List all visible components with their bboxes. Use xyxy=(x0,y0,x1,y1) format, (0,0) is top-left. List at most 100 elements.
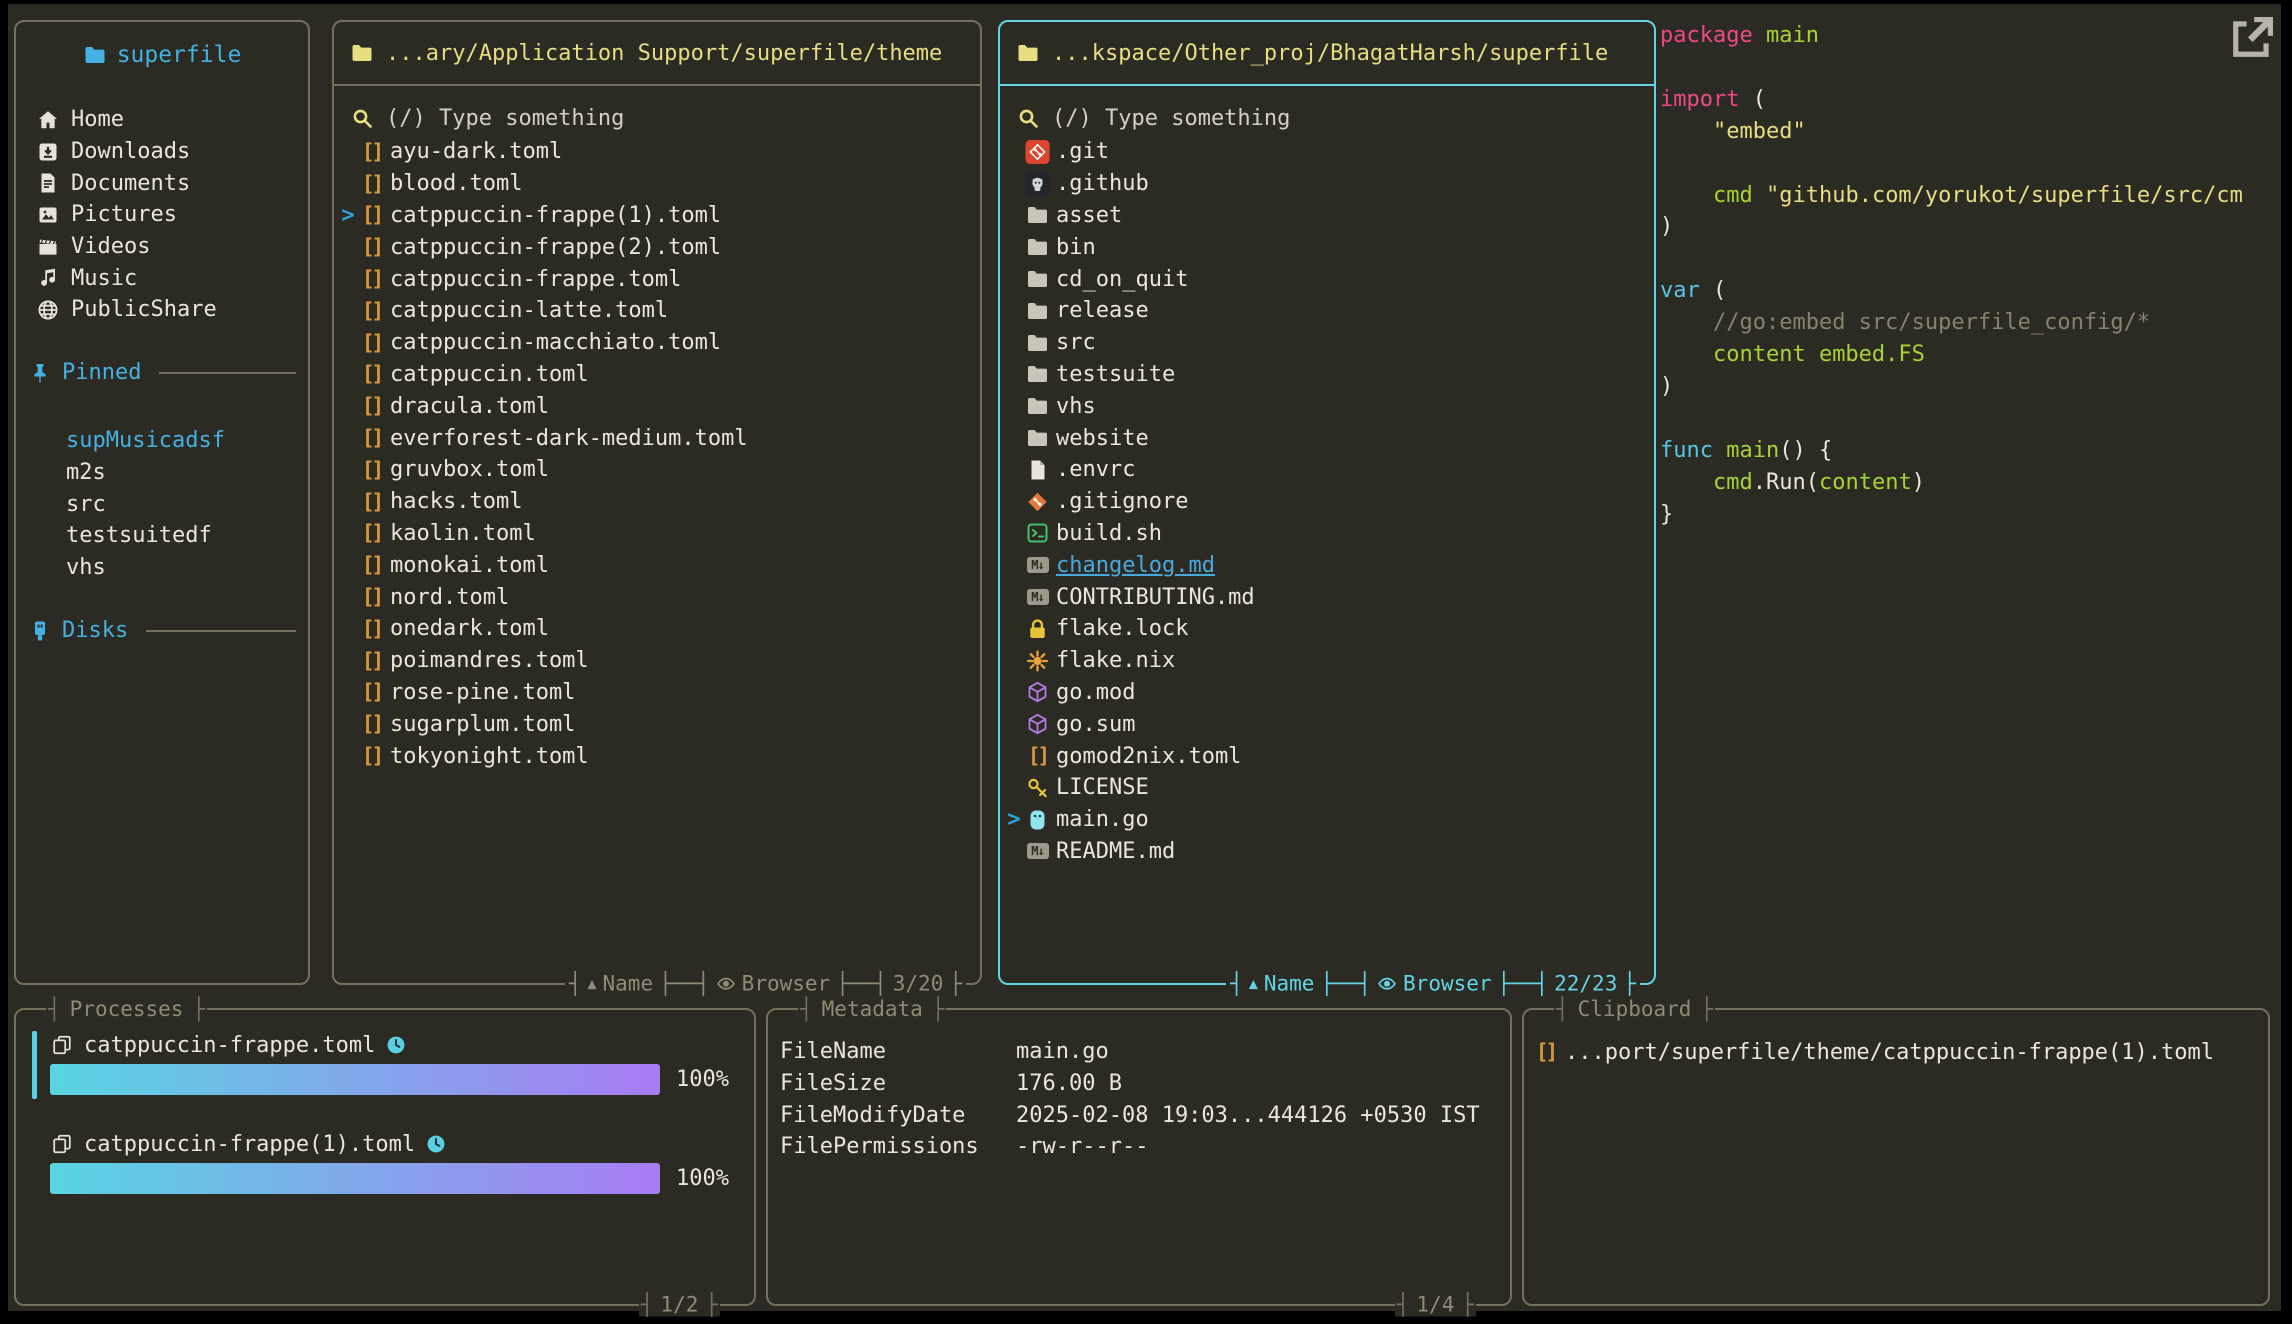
file-row[interactable]: >main.go xyxy=(1004,804,1650,836)
metadata-label: FileName xyxy=(780,1039,1016,1064)
sidebar-item-label: Downloads xyxy=(71,139,190,164)
file-row[interactable]: []onedark.toml xyxy=(338,613,976,645)
process-file-name: catppuccin-frappe.toml xyxy=(84,1033,375,1058)
footer-notch: ├──┤ xyxy=(1498,972,1549,996)
entry-counter: 3/20 xyxy=(893,972,944,996)
file-row[interactable]: .gitignore xyxy=(1004,486,1650,518)
file-name: src xyxy=(1056,330,1096,355)
metadata-row: FileModifyDate2025-02-08 19:03...444126 … xyxy=(780,1099,1500,1131)
file-row[interactable]: flake.nix xyxy=(1004,645,1650,677)
pinned-item-testsuitedf[interactable]: testsuitedf xyxy=(66,520,300,552)
sort-asc-icon: ▲ xyxy=(1249,975,1258,993)
file-row[interactable]: cd_on_quit xyxy=(1004,263,1650,295)
pinned-item-label: testsuitedf xyxy=(66,523,212,548)
file-row[interactable]: []everforest-dark-medium.toml xyxy=(338,422,976,454)
file-name: .git xyxy=(1056,139,1109,164)
file-row[interactable]: []rose-pine.toml xyxy=(338,677,976,709)
tab-notch: ┤ xyxy=(1397,1292,1410,1316)
file-row[interactable]: release xyxy=(1004,295,1650,327)
panel-path-header[interactable]: ...ary/Application Support/superfile/the… xyxy=(334,22,980,86)
superfile-app: superfile HomeDownloadsDocumentsPictures… xyxy=(8,4,2281,1311)
sidebar-item-documents[interactable]: Documents xyxy=(36,167,300,199)
file-row[interactable]: []blood.toml xyxy=(338,168,976,200)
external-link-icon[interactable] xyxy=(2226,12,2278,64)
file-row[interactable]: flake.lock xyxy=(1004,613,1650,645)
file-row[interactable]: []ayu-dark.toml xyxy=(338,136,976,168)
file-row[interactable]: []gomod2nix.toml xyxy=(1004,740,1650,772)
file-row[interactable]: website xyxy=(1004,422,1650,454)
code-line: ) xyxy=(1660,211,2280,243)
code-line xyxy=(1660,403,2280,435)
tab-notch: ┤ xyxy=(641,1292,654,1316)
sidebar-item-pictures[interactable]: Pictures xyxy=(36,199,300,231)
toml-icon: [] xyxy=(358,553,385,577)
search-input[interactable]: (/) Type something xyxy=(1016,102,1646,134)
file-row[interactable]: []dracula.toml xyxy=(338,390,976,422)
footer-notch: ├ xyxy=(949,972,962,996)
process-item[interactable]: catppuccin-frappe(1).toml100% xyxy=(32,1129,738,1194)
file-row[interactable]: go.mod xyxy=(1004,677,1650,709)
file-row[interactable]: testsuite xyxy=(1004,359,1650,391)
clock-icon xyxy=(385,1034,407,1056)
progress-percent: 100% xyxy=(676,1166,738,1191)
toml-icon: [] xyxy=(358,140,385,164)
file-row[interactable]: >[]catppuccin-frappe(1).toml xyxy=(338,200,976,232)
file-row[interactable]: []kaolin.toml xyxy=(338,518,976,550)
search-input[interactable]: (/) Type something xyxy=(350,102,972,134)
file-name: flake.lock xyxy=(1056,616,1188,641)
file-name: bin xyxy=(1056,235,1096,260)
file-row[interactable]: M↓README.md xyxy=(1004,836,1650,868)
file-row[interactable]: M↓CONTRIBUTING.md xyxy=(1004,581,1650,613)
file-row[interactable]: build.sh xyxy=(1004,518,1650,550)
file-row[interactable]: []catppuccin-latte.toml xyxy=(338,295,976,327)
file-row[interactable]: []catppuccin-macchiato.toml xyxy=(338,327,976,359)
panel-path-header[interactable]: ...kspace/Other_proj/BhagatHarsh/superfi… xyxy=(1000,22,1654,86)
code-line: ) xyxy=(1660,371,2280,403)
file-row[interactable]: .github xyxy=(1004,168,1650,200)
tab-notch: ├ xyxy=(192,997,205,1021)
file-name: .envrc xyxy=(1056,457,1135,482)
file-row[interactable]: bin xyxy=(1004,231,1650,263)
file-row[interactable]: vhs xyxy=(1004,390,1650,422)
file-row[interactable]: []poimandres.toml xyxy=(338,645,976,677)
toml-icon: [] xyxy=(358,331,385,355)
file-row[interactable]: M↓changelog.md xyxy=(1004,549,1650,581)
file-row[interactable]: []hacks.toml xyxy=(338,486,976,518)
file-row[interactable]: []monokai.toml xyxy=(338,549,976,581)
file-row[interactable]: go.sum xyxy=(1004,708,1650,740)
file-row[interactable]: .envrc xyxy=(1004,454,1650,486)
clipboard-item[interactable]: []...port/superfile/theme/catppuccin-fra… xyxy=(1532,1036,2260,1068)
file-row[interactable]: []sugarplum.toml xyxy=(338,708,976,740)
pinned-item-m2s[interactable]: m2s xyxy=(66,457,300,489)
sidebar-item-downloads[interactable]: Downloads xyxy=(36,136,300,168)
file-row[interactable]: []nord.toml xyxy=(338,581,976,613)
file-row[interactable]: []catppuccin-frappe(2).toml xyxy=(338,231,976,263)
file-row[interactable]: []catppuccin.toml xyxy=(338,359,976,391)
pinned-item-vhs[interactable]: vhs xyxy=(66,552,300,584)
file-row[interactable]: .git xyxy=(1004,136,1650,168)
sidebar-item-home[interactable]: Home xyxy=(36,104,300,136)
processes-title-label: Processes xyxy=(70,997,184,1021)
key-icon xyxy=(1024,776,1051,800)
file-row[interactable]: LICENSE xyxy=(1004,772,1650,804)
sidebar-item-music[interactable]: Music xyxy=(36,262,300,294)
process-item[interactable]: catppuccin-frappe.toml100% xyxy=(32,1030,738,1095)
file-name: hacks.toml xyxy=(390,489,522,514)
code-line: cmd.Run(content) xyxy=(1660,467,2280,499)
cursor-indicator: > xyxy=(1004,807,1024,832)
sidebar-item-videos[interactable]: Videos xyxy=(36,231,300,263)
sidebar-item-publicshare[interactable]: PublicShare xyxy=(36,294,300,326)
file-row[interactable]: []tokyonight.toml xyxy=(338,740,976,772)
pinned-item-supmusicadsf[interactable]: supMusicadsf xyxy=(66,425,300,457)
tab-notch: ├ xyxy=(1461,1292,1474,1316)
metadata-value: main.go xyxy=(1016,1039,1500,1064)
toml-icon: [] xyxy=(1024,744,1051,768)
file-row[interactable]: src xyxy=(1004,327,1650,359)
tab-notch: ┤ xyxy=(48,997,61,1021)
file-row[interactable]: []gruvbox.toml xyxy=(338,454,976,486)
file-row[interactable]: []catppuccin-frappe.toml xyxy=(338,263,976,295)
file-row[interactable]: asset xyxy=(1004,200,1650,232)
file-name: monokai.toml xyxy=(390,553,549,578)
file-name: go.sum xyxy=(1056,712,1135,737)
pinned-item-src[interactable]: src xyxy=(66,488,300,520)
